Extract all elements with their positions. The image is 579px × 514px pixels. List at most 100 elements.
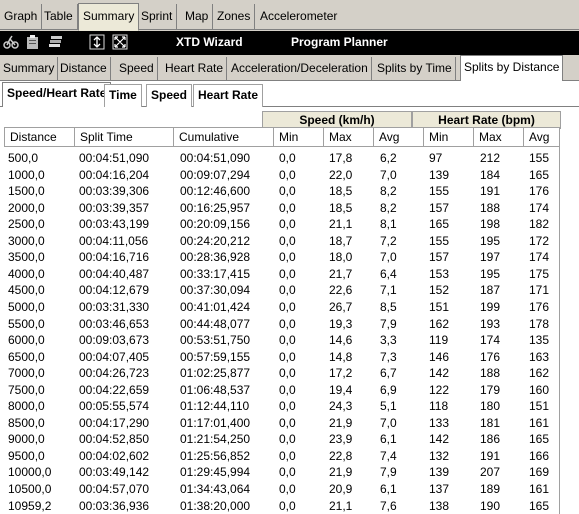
col-header-hr-max[interactable]: Max xyxy=(474,127,524,147)
table-row[interactable]: 8500,0 00:04:17,290 01:17:01,400 0,0 21,9 7,0… xyxy=(0,415,555,432)
cell-distance: 1500,0 xyxy=(8,184,45,199)
cell-hr-avg: 165 xyxy=(529,167,550,182)
table-row[interactable]: 4000,0 00:04:40,487 00:33:17,415 0,0 21,7 6,4… xyxy=(0,266,555,283)
col-header-cumulative[interactable]: Cumulative xyxy=(174,127,274,147)
tab-time[interactable]: Time xyxy=(104,84,142,107)
table-row[interactable]: 9000,0 00:04:52,850 01:21:54,250 0,0 23,9 6,1… xyxy=(0,431,555,448)
cell-hr-avg: 176 xyxy=(529,299,550,314)
cell-speed-min: 0,0 xyxy=(279,316,296,331)
cell-cumulative: 01:25:56,852 xyxy=(180,448,251,463)
program-planner-button[interactable]: Program Planner xyxy=(291,35,388,49)
cell-hr-max: 191 xyxy=(480,184,501,199)
table-row[interactable]: 2000,0 00:03:39,357 00:16:25,957 0,0 18,5 8,2… xyxy=(0,200,555,217)
tab-summary[interactable]: Summary xyxy=(78,3,140,31)
table-row[interactable]: 3000,0 00:04:11,056 00:24:20,212 0,0 18,7 7,2… xyxy=(0,233,555,250)
cell-split-time: 00:04:12,679 xyxy=(79,283,150,298)
subtab-distance[interactable]: Distance xyxy=(57,57,111,81)
cell-hr-avg: 165 xyxy=(529,432,550,447)
cell-cumulative: 00:20:09,156 xyxy=(180,217,251,232)
tab-zones[interactable]: Zones xyxy=(213,4,256,30)
cell-cumulative: 00:41:01,424 xyxy=(180,299,251,314)
tab-map[interactable]: Map xyxy=(181,4,214,30)
table-row[interactable]: 10000,0 00:03:49,142 01:29:45,994 0,0 21,9 7,… xyxy=(0,464,555,481)
tab-sprint[interactable]: Sprint xyxy=(137,4,178,30)
cell-distance: 2000,0 xyxy=(8,200,45,215)
cell-speed-max: 21,9 xyxy=(329,415,353,430)
tab-speed[interactable]: Speed xyxy=(146,84,193,107)
cell-hr-min: 119 xyxy=(429,333,449,348)
list-icon[interactable] xyxy=(48,34,64,50)
cell-cumulative: 00:28:36,928 xyxy=(180,250,251,265)
cell-distance: 6500,0 xyxy=(8,349,45,364)
cell-distance: 6000,0 xyxy=(8,333,45,348)
col-header-hr-min[interactable]: Min xyxy=(424,127,474,147)
cell-speed-avg: 7,0 xyxy=(380,250,397,265)
col-header-split-time[interactable]: Split Time xyxy=(75,127,174,147)
cell-cumulative: 01:34:43,064 xyxy=(180,482,251,496)
cell-distance: 3000,0 xyxy=(8,233,45,248)
table-row[interactable]: 6000,0 00:09:03,673 00:53:51,750 0,0 14,6 3,3… xyxy=(0,332,555,349)
table-row[interactable]: 7000,0 00:04:26,723 01:02:25,877 0,0 17,2 6,7… xyxy=(0,365,555,382)
subtab-splits-by-time[interactable]: Splits by Time xyxy=(374,57,456,81)
cell-cumulative: 01:02:25,877 xyxy=(180,366,251,381)
table-row[interactable]: 500,0 00:04:51,090 00:04:51,090 0,0 17,8 6,2 9… xyxy=(0,150,555,167)
cell-speed-avg: 7,0 xyxy=(380,167,397,182)
table-row[interactable]: 5500,0 00:03:46,653 00:44:48,077 0,0 19,3 7,9… xyxy=(0,316,555,333)
cell-cumulative: 00:53:51,750 xyxy=(180,333,251,348)
cell-speed-avg: 7,9 xyxy=(380,465,397,480)
table-row[interactable]: 8000,0 00:05:55,574 01:12:44,110 0,0 24,3 5,1… xyxy=(0,398,555,415)
subtab-acceleration-deceleration[interactable]: Acceleration/Deceleration xyxy=(228,57,372,81)
table-row[interactable]: 1000,0 00:04:16,204 00:09:07,294 0,0 22,0 7,0… xyxy=(0,167,555,184)
table-row[interactable]: 3500,0 00:04:16,716 00:28:36,928 0,0 18,0 7,0… xyxy=(0,249,555,266)
subtab-splits-by-distance[interactable]: Splits by Distance xyxy=(460,55,564,82)
cell-speed-max: 21,1 xyxy=(329,217,353,232)
cell-cumulative: 01:21:54,250 xyxy=(180,432,251,447)
tab-table[interactable]: Table xyxy=(40,4,78,30)
tab-heart-rate[interactable]: Heart Rate xyxy=(193,84,264,107)
cell-speed-max: 21,1 xyxy=(329,498,353,513)
col-header-speed-avg[interactable]: Avg xyxy=(374,127,424,147)
table-row[interactable]: 9500,0 00:04:02,602 01:25:56,852 0,0 22,8 7,4… xyxy=(0,448,555,465)
cell-hr-avg: 160 xyxy=(529,382,550,397)
table-row[interactable]: 2500,0 00:03:43,199 00:20:09,156 0,0 21,1 8,1… xyxy=(0,216,555,233)
cell-speed-avg: 6,4 xyxy=(380,266,397,281)
col-header-speed-min[interactable]: Min xyxy=(274,127,324,147)
cell-speed-max: 17,2 xyxy=(329,366,353,381)
table-row[interactable]: 10959,2 00:03:36,936 01:38:20,000 0,0 21,1 7,… xyxy=(0,498,555,514)
table-row[interactable]: 6500,0 00:04:07,405 00:57:59,155 0,0 14,8 7,3… xyxy=(0,349,555,366)
cell-distance: 3500,0 xyxy=(8,250,45,265)
bike-icon[interactable] xyxy=(3,34,19,50)
cell-distance: 8500,0 xyxy=(8,415,45,430)
cell-speed-max: 14,8 xyxy=(329,349,353,364)
table-row[interactable]: 5000,0 00:03:31,330 00:41:01,424 0,0 26,7 8,5… xyxy=(0,299,555,316)
col-header-speed-max[interactable]: Max xyxy=(324,127,374,147)
subtab-summary[interactable]: Summary xyxy=(0,57,59,81)
subtab-speed[interactable]: Speed xyxy=(116,57,158,81)
col-header-distance[interactable]: Distance xyxy=(4,127,75,147)
cell-hr-min: 157 xyxy=(429,200,450,215)
cell-speed-min: 0,0 xyxy=(279,498,296,513)
toolbar: XTD Wizard Program Planner xyxy=(0,31,579,55)
cell-split-time: 00:05:55,574 xyxy=(79,399,150,414)
cell-distance: 5000,0 xyxy=(8,299,45,314)
clipboard-icon[interactable] xyxy=(25,34,41,50)
table-row[interactable]: 4500,0 00:04:12,679 00:37:30,094 0,0 22,6 7,1… xyxy=(0,282,555,299)
cell-speed-max: 19,4 xyxy=(329,382,353,397)
arrows-vertical-icon[interactable] xyxy=(89,34,105,50)
tab-accelerometer[interactable]: Accelerometer xyxy=(256,4,341,30)
table-row[interactable]: 1500,0 00:03:39,306 00:12:46,600 0,0 18,5 8,2… xyxy=(0,183,555,200)
cell-split-time: 00:04:16,204 xyxy=(79,167,150,182)
fit-icon[interactable] xyxy=(112,34,128,50)
cell-hr-max: 184 xyxy=(480,167,501,182)
table-row[interactable]: 7500,0 00:04:22,659 01:06:48,537 0,0 19,4 6,9… xyxy=(0,382,555,399)
subtab-heart-rate[interactable]: Heart Rate xyxy=(162,57,228,81)
tab-speed-heart-rate[interactable]: Speed/Heart Rate xyxy=(2,82,112,108)
table-row[interactable]: 10500,0 00:04:57,070 01:34:43,064 0,0 20,9 6,… xyxy=(0,481,555,498)
xtd-wizard-button[interactable]: XTD Wizard xyxy=(176,35,243,49)
cell-hr-min: 153 xyxy=(429,266,450,281)
cell-cumulative: 00:12:46,600 xyxy=(180,184,251,199)
col-header-hr-avg[interactable]: Avg xyxy=(524,127,560,147)
tab-graph[interactable]: Graph xyxy=(0,4,43,30)
cell-speed-avg: 7,0 xyxy=(380,415,397,430)
cell-hr-min: 118 xyxy=(429,399,449,414)
